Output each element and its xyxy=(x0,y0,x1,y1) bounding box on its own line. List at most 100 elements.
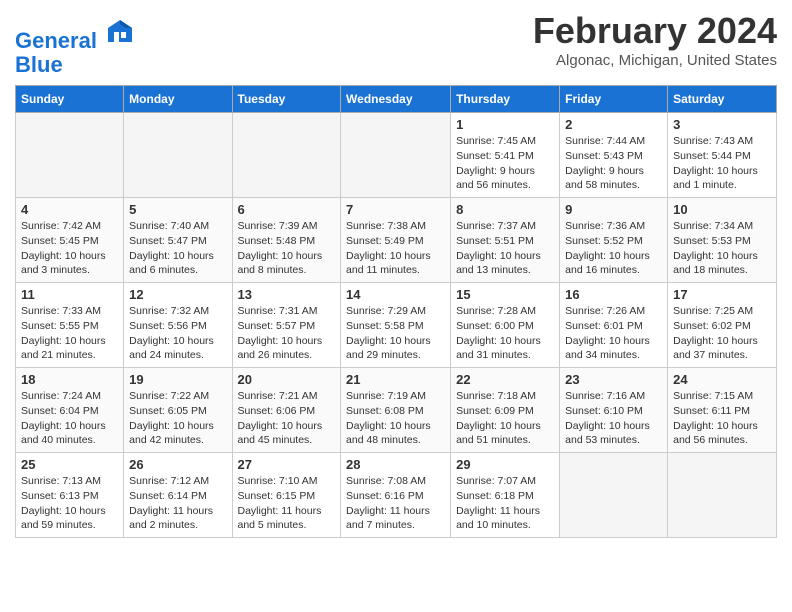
day-number: 15 xyxy=(456,287,554,302)
calendar-cell: 20 Sunrise: 7:21 AMSunset: 6:06 PMDaylig… xyxy=(232,368,341,453)
month-title: February 2024 xyxy=(533,10,777,52)
logo-blue: Blue xyxy=(15,52,63,77)
day-number: 3 xyxy=(673,117,771,132)
calendar-cell: 22 Sunrise: 7:18 AMSunset: 6:09 PMDaylig… xyxy=(451,368,560,453)
calendar-cell: 4 Sunrise: 7:42 AMSunset: 5:45 PMDayligh… xyxy=(16,198,124,283)
day-number: 4 xyxy=(21,202,118,217)
location: Algonac, Michigan, United States xyxy=(533,52,777,69)
calendar-cell: 5 Sunrise: 7:40 AMSunset: 5:47 PMDayligh… xyxy=(124,198,232,283)
calendar-cell: 18 Sunrise: 7:24 AMSunset: 6:04 PMDaylig… xyxy=(16,368,124,453)
weekday-header-thursday: Thursday xyxy=(451,86,560,113)
day-detail: Sunrise: 7:38 AMSunset: 5:49 PMDaylight:… xyxy=(346,219,445,278)
calendar-week-row: 25 Sunrise: 7:13 AMSunset: 6:13 PMDaylig… xyxy=(16,453,777,538)
day-detail: Sunrise: 7:13 AMSunset: 6:13 PMDaylight:… xyxy=(21,474,118,533)
calendar-cell: 25 Sunrise: 7:13 AMSunset: 6:13 PMDaylig… xyxy=(16,453,124,538)
day-detail: Sunrise: 7:37 AMSunset: 5:51 PMDaylight:… xyxy=(456,219,554,278)
weekday-header-row: SundayMondayTuesdayWednesdayThursdayFrid… xyxy=(16,86,777,113)
calendar-cell: 26 Sunrise: 7:12 AMSunset: 6:14 PMDaylig… xyxy=(124,453,232,538)
day-detail: Sunrise: 7:44 AMSunset: 5:43 PMDaylight:… xyxy=(565,134,662,193)
day-detail: Sunrise: 7:24 AMSunset: 6:04 PMDaylight:… xyxy=(21,389,118,448)
logo: General Blue xyxy=(15,18,134,77)
day-number: 5 xyxy=(129,202,226,217)
day-number: 25 xyxy=(21,457,118,472)
calendar-cell xyxy=(232,113,341,198)
calendar-cell: 24 Sunrise: 7:15 AMSunset: 6:11 PMDaylig… xyxy=(668,368,777,453)
calendar-cell: 28 Sunrise: 7:08 AMSunset: 6:16 PMDaylig… xyxy=(341,453,451,538)
title-block: February 2024 Algonac, Michigan, United … xyxy=(533,10,777,69)
calendar-cell: 9 Sunrise: 7:36 AMSunset: 5:52 PMDayligh… xyxy=(560,198,668,283)
day-number: 21 xyxy=(346,372,445,387)
day-number: 29 xyxy=(456,457,554,472)
day-number: 26 xyxy=(129,457,226,472)
day-number: 2 xyxy=(565,117,662,132)
day-number: 18 xyxy=(21,372,118,387)
calendar-cell: 2 Sunrise: 7:44 AMSunset: 5:43 PMDayligh… xyxy=(560,113,668,198)
day-detail: Sunrise: 7:22 AMSunset: 6:05 PMDaylight:… xyxy=(129,389,226,448)
calendar-cell: 27 Sunrise: 7:10 AMSunset: 6:15 PMDaylig… xyxy=(232,453,341,538)
calendar-cell: 3 Sunrise: 7:43 AMSunset: 5:44 PMDayligh… xyxy=(668,113,777,198)
day-detail: Sunrise: 7:31 AMSunset: 5:57 PMDaylight:… xyxy=(238,304,336,363)
weekday-header-friday: Friday xyxy=(560,86,668,113)
day-detail: Sunrise: 7:16 AMSunset: 6:10 PMDaylight:… xyxy=(565,389,662,448)
calendar-cell: 17 Sunrise: 7:25 AMSunset: 6:02 PMDaylig… xyxy=(668,283,777,368)
day-number: 28 xyxy=(346,457,445,472)
day-detail: Sunrise: 7:25 AMSunset: 6:02 PMDaylight:… xyxy=(673,304,771,363)
day-number: 13 xyxy=(238,287,336,302)
calendar-cell: 19 Sunrise: 7:22 AMSunset: 6:05 PMDaylig… xyxy=(124,368,232,453)
day-detail: Sunrise: 7:33 AMSunset: 5:55 PMDaylight:… xyxy=(21,304,118,363)
day-detail: Sunrise: 7:21 AMSunset: 6:06 PMDaylight:… xyxy=(238,389,336,448)
calendar-cell xyxy=(16,113,124,198)
calendar-cell: 1 Sunrise: 7:45 AMSunset: 5:41 PMDayligh… xyxy=(451,113,560,198)
day-number: 22 xyxy=(456,372,554,387)
logo-general: General xyxy=(15,28,97,53)
day-detail: Sunrise: 7:34 AMSunset: 5:53 PMDaylight:… xyxy=(673,219,771,278)
calendar-cell xyxy=(668,453,777,538)
day-detail: Sunrise: 7:10 AMSunset: 6:15 PMDaylight:… xyxy=(238,474,336,533)
calendar-cell: 12 Sunrise: 7:32 AMSunset: 5:56 PMDaylig… xyxy=(124,283,232,368)
calendar-cell: 23 Sunrise: 7:16 AMSunset: 6:10 PMDaylig… xyxy=(560,368,668,453)
calendar-week-row: 1 Sunrise: 7:45 AMSunset: 5:41 PMDayligh… xyxy=(16,113,777,198)
calendar-cell: 16 Sunrise: 7:26 AMSunset: 6:01 PMDaylig… xyxy=(560,283,668,368)
day-detail: Sunrise: 7:45 AMSunset: 5:41 PMDaylight:… xyxy=(456,134,554,193)
calendar-cell: 11 Sunrise: 7:33 AMSunset: 5:55 PMDaylig… xyxy=(16,283,124,368)
calendar-cell: 6 Sunrise: 7:39 AMSunset: 5:48 PMDayligh… xyxy=(232,198,341,283)
day-detail: Sunrise: 7:08 AMSunset: 6:16 PMDaylight:… xyxy=(346,474,445,533)
page-header: General Blue February 2024 Algonac, Mich… xyxy=(15,10,777,77)
calendar-cell: 14 Sunrise: 7:29 AMSunset: 5:58 PMDaylig… xyxy=(341,283,451,368)
calendar-cell: 29 Sunrise: 7:07 AMSunset: 6:18 PMDaylig… xyxy=(451,453,560,538)
day-number: 19 xyxy=(129,372,226,387)
day-number: 14 xyxy=(346,287,445,302)
day-detail: Sunrise: 7:15 AMSunset: 6:11 PMDaylight:… xyxy=(673,389,771,448)
day-number: 17 xyxy=(673,287,771,302)
calendar-cell xyxy=(341,113,451,198)
day-number: 24 xyxy=(673,372,771,387)
day-number: 1 xyxy=(456,117,554,132)
weekday-header-monday: Monday xyxy=(124,86,232,113)
calendar-cell: 7 Sunrise: 7:38 AMSunset: 5:49 PMDayligh… xyxy=(341,198,451,283)
calendar-week-row: 11 Sunrise: 7:33 AMSunset: 5:55 PMDaylig… xyxy=(16,283,777,368)
calendar-table: SundayMondayTuesdayWednesdayThursdayFrid… xyxy=(15,85,777,538)
day-number: 20 xyxy=(238,372,336,387)
calendar-cell: 10 Sunrise: 7:34 AMSunset: 5:53 PMDaylig… xyxy=(668,198,777,283)
day-number: 12 xyxy=(129,287,226,302)
day-detail: Sunrise: 7:18 AMSunset: 6:09 PMDaylight:… xyxy=(456,389,554,448)
calendar-cell xyxy=(560,453,668,538)
day-number: 7 xyxy=(346,202,445,217)
day-number: 11 xyxy=(21,287,118,302)
day-detail: Sunrise: 7:39 AMSunset: 5:48 PMDaylight:… xyxy=(238,219,336,278)
day-detail: Sunrise: 7:26 AMSunset: 6:01 PMDaylight:… xyxy=(565,304,662,363)
weekday-header-tuesday: Tuesday xyxy=(232,86,341,113)
weekday-header-sunday: Sunday xyxy=(16,86,124,113)
day-number: 6 xyxy=(238,202,336,217)
day-detail: Sunrise: 7:29 AMSunset: 5:58 PMDaylight:… xyxy=(346,304,445,363)
day-detail: Sunrise: 7:43 AMSunset: 5:44 PMDaylight:… xyxy=(673,134,771,193)
day-detail: Sunrise: 7:42 AMSunset: 5:45 PMDaylight:… xyxy=(21,219,118,278)
day-number: 9 xyxy=(565,202,662,217)
day-detail: Sunrise: 7:40 AMSunset: 5:47 PMDaylight:… xyxy=(129,219,226,278)
weekday-header-wednesday: Wednesday xyxy=(341,86,451,113)
day-number: 27 xyxy=(238,457,336,472)
weekday-header-saturday: Saturday xyxy=(668,86,777,113)
day-number: 10 xyxy=(673,202,771,217)
calendar-cell: 8 Sunrise: 7:37 AMSunset: 5:51 PMDayligh… xyxy=(451,198,560,283)
day-detail: Sunrise: 7:19 AMSunset: 6:08 PMDaylight:… xyxy=(346,389,445,448)
